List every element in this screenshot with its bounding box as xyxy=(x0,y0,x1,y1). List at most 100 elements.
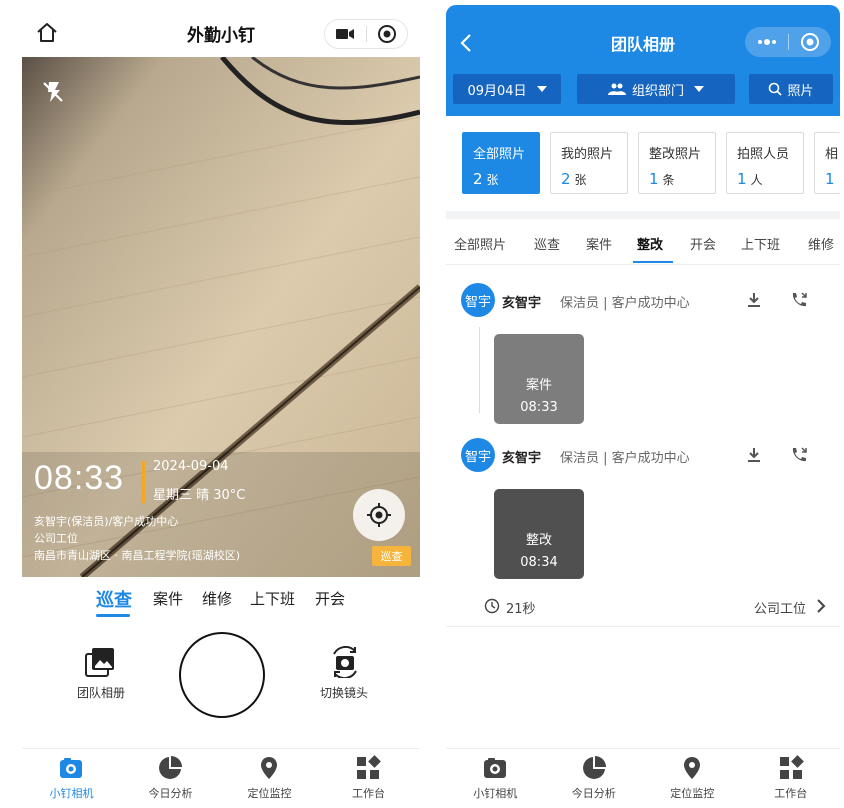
section-divider xyxy=(446,211,840,219)
stat-count: 2 xyxy=(473,170,483,188)
department-filter-label: 组织部门 xyxy=(631,83,684,99)
stat-title: 相 xyxy=(825,147,839,162)
photo-thumbnail[interactable]: 整改 08:34 xyxy=(494,489,584,579)
camera-icon xyxy=(58,755,84,781)
shutter-button[interactable] xyxy=(179,632,265,718)
stat-title: 拍照人员 xyxy=(737,147,790,162)
stat-count: 1 xyxy=(649,170,659,188)
gallery-icon xyxy=(84,646,116,678)
stat-count: 1 xyxy=(737,170,747,188)
photo-search[interactable]: 照片 xyxy=(749,74,833,104)
mode-selector: 巡查 案件 维修 上下班 开会 xyxy=(22,588,420,618)
tab-location[interactable]: 定位监控 xyxy=(643,749,742,808)
mode-patrol[interactable]: 巡查 xyxy=(96,586,132,612)
stat-photographers[interactable]: 拍照人员 1人 xyxy=(726,132,804,194)
flash-off-icon[interactable] xyxy=(40,79,66,105)
stat-unit: 人 xyxy=(750,173,763,187)
watermark-accent-bar xyxy=(142,461,145,503)
tab-workbench[interactable]: 工作台 xyxy=(319,749,418,808)
camera-icon xyxy=(482,755,508,781)
tab-analysis[interactable]: 今日分析 xyxy=(121,749,220,808)
mode-meeting[interactable]: 开会 xyxy=(315,588,345,609)
stat-value: 1人 xyxy=(737,170,763,188)
camera-viewfinder[interactable]: 08:33 2024-09-04 星期三 晴 30°C 亥智宇(保洁员)/客户成… xyxy=(22,57,420,577)
stat-value: 1 xyxy=(825,170,839,188)
photo-time: 08:33 xyxy=(520,400,558,415)
tab-patrol[interactable]: 巡查 xyxy=(534,234,560,253)
watermark-tag: 巡查 xyxy=(372,546,411,566)
watermark-place: 公司工位 xyxy=(34,532,78,545)
photo-post: 智宇 亥智宇 保洁员 | 客户成功中心 整改 08:34 xyxy=(446,438,840,588)
close-target-icon[interactable] xyxy=(366,20,407,48)
tab-location-label: 定位监控 xyxy=(670,787,715,800)
tab-analysis[interactable]: 今日分析 xyxy=(545,749,644,808)
phone-icon[interactable] xyxy=(789,290,809,310)
phone-icon[interactable] xyxy=(789,445,809,465)
home-icon[interactable] xyxy=(34,20,60,46)
caret-down-icon xyxy=(536,86,547,92)
team-album-button[interactable]: 团队相册 xyxy=(66,646,136,706)
download-icon[interactable] xyxy=(744,290,764,310)
switch-camera-label: 切换镜头 xyxy=(319,686,368,700)
photo-search-label: 照片 xyxy=(787,83,814,99)
watermark-time: 08:33 xyxy=(34,459,125,497)
search-icon xyxy=(769,82,783,96)
caret-down-icon xyxy=(694,86,704,92)
tab-commute[interactable]: 上下班 xyxy=(741,234,780,253)
chevron-right-icon[interactable] xyxy=(814,597,828,615)
locate-button[interactable] xyxy=(353,489,405,541)
watermark-person: 亥智宇(保洁员)/客户成功中心 xyxy=(34,515,179,528)
switch-camera-icon xyxy=(329,646,361,678)
location-pin-icon xyxy=(679,755,705,781)
bottom-tab-bar-right: 小钉相机 今日分析 定位监控 工作台 xyxy=(446,748,840,807)
tab-workbench-label: 工作台 xyxy=(352,787,385,800)
tab-camera[interactable]: 小钉相机 xyxy=(446,749,545,808)
category-tabs: 全部照片 巡查 案件 整改 开会 上下班 维修 xyxy=(446,219,840,265)
mode-repair[interactable]: 维修 xyxy=(202,588,232,609)
people-icon xyxy=(607,83,626,95)
photo-thumbnail[interactable]: 案件 08:33 xyxy=(494,334,584,424)
stat-title: 整改照片 xyxy=(649,147,702,162)
tab-camera-label: 小钉相机 xyxy=(473,787,518,800)
crosshair-icon xyxy=(367,503,391,527)
tab-camera[interactable]: 小钉相机 xyxy=(22,749,121,808)
tab-location[interactable]: 定位监控 xyxy=(220,749,319,808)
tab-meeting[interactable]: 开会 xyxy=(690,234,716,253)
tab-analysis-label: 今日分析 xyxy=(148,787,193,800)
mode-commute[interactable]: 上下班 xyxy=(250,588,295,609)
stat-unit: 条 xyxy=(662,173,675,187)
stat-my-photos[interactable]: 我的照片 2张 xyxy=(550,132,628,194)
stat-count: 1 xyxy=(825,170,835,188)
tab-workbench-label: 工作台 xyxy=(774,787,808,800)
stat-value: 1条 xyxy=(649,170,675,188)
video-icon[interactable] xyxy=(325,20,366,48)
switch-camera-button[interactable]: 切换镜头 xyxy=(306,646,382,706)
tab-active-indicator xyxy=(633,261,673,263)
date-filter[interactable]: 09月04日 xyxy=(453,74,561,104)
camera-screen: 外勤小钉 08:33 2024-09-04 星期三 晴 30°C 亥智宇(保洁员… xyxy=(22,0,420,807)
more-dots-icon[interactable] xyxy=(746,27,788,57)
clock-icon xyxy=(484,598,500,614)
tab-case[interactable]: 案件 xyxy=(586,234,612,253)
download-icon[interactable] xyxy=(744,445,764,465)
stat-all-photos[interactable]: 全部照片 2张 xyxy=(462,132,540,194)
stat-rectify-photos[interactable]: 整改照片 1条 xyxy=(638,132,716,194)
footer-divider xyxy=(446,626,840,627)
tab-rectify[interactable]: 整改 xyxy=(637,234,663,253)
close-target-icon-right[interactable] xyxy=(789,27,831,57)
avatar[interactable]: 智宇 xyxy=(461,283,495,317)
team-album-label: 团队相册 xyxy=(76,686,125,700)
stat-title: 全部照片 xyxy=(473,147,526,162)
tab-repair[interactable]: 维修 xyxy=(808,234,834,253)
department-filter[interactable]: 组织部门 xyxy=(577,74,735,104)
avatar[interactable]: 智宇 xyxy=(461,438,495,472)
stat-partial[interactable]: 相 1 xyxy=(814,132,840,194)
mini-program-capsule xyxy=(324,19,408,49)
mode-case[interactable]: 案件 xyxy=(153,588,183,609)
tab-analysis-label: 今日分析 xyxy=(571,787,616,800)
poster-name: 亥智宇 xyxy=(502,451,542,466)
tab-workbench[interactable]: 工作台 xyxy=(742,749,841,808)
location-link[interactable]: 公司工位 xyxy=(754,598,806,617)
tab-all-photos[interactable]: 全部照片 xyxy=(454,234,506,253)
tab-camera-label: 小钉相机 xyxy=(49,787,94,800)
